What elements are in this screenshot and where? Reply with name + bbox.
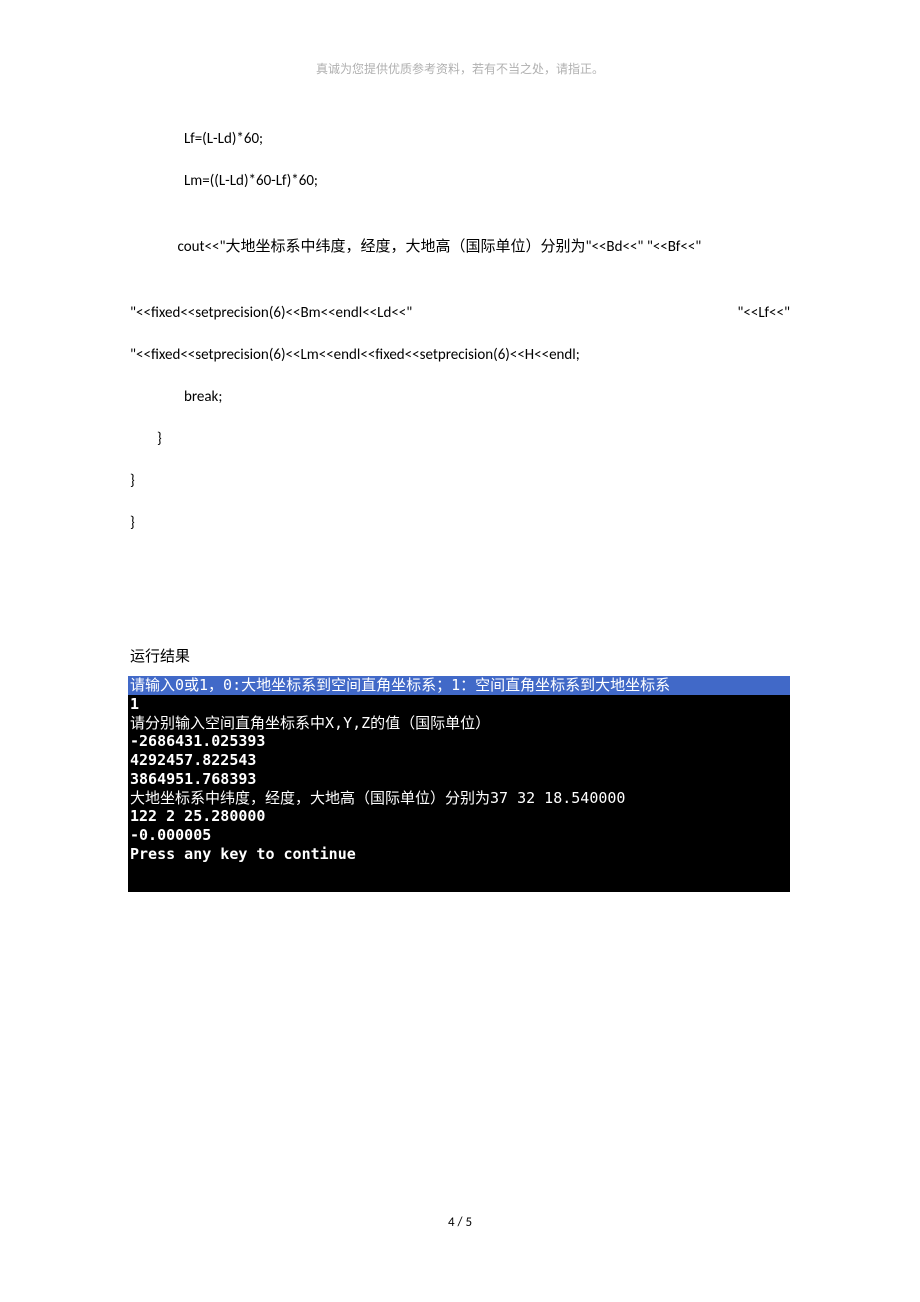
code-line: Lm=((L-Ld)*60-Lf)*60;	[130, 169, 790, 193]
code-line: "<<fixed<<setprecision(6)<<Lm<<endl<<fix…	[130, 343, 790, 367]
console-line: 大地坐标系中纬度，经度，大地高（国际单位）分别为37 32 18.540000	[128, 789, 790, 808]
console-line: 122 2 25.280000	[128, 807, 790, 826]
console-line: 4292457.822543	[128, 751, 790, 770]
console-output: 请输入0或1，0:大地坐标系到空间直角坐标系；1：空间直角坐标系到大地坐标系 1…	[128, 676, 790, 892]
code-line: cout<<"大地坐标系中纬度，经度，大地高（国际单位）分别为"<<Bd<<" …	[130, 211, 790, 283]
code-line: }	[130, 469, 790, 493]
code-line: break;	[130, 385, 790, 409]
console-line: -2686431.025393	[128, 732, 790, 751]
code-text: cout<<"大地坐标系中纬度，经度，大地高（国际单位）分别为"<<Bd<<" …	[150, 238, 701, 256]
code-text: "<<Lf<<"	[737, 301, 790, 325]
console-line: -0.000005	[128, 826, 790, 845]
code-text: "<<fixed<<setprecision(6)<<Bm<<endl<<Ld<…	[130, 301, 412, 325]
code-line: Lf=(L-Ld)*60;	[130, 127, 790, 151]
page-footer: 4 / 5	[0, 1215, 920, 1230]
code-line: "<<fixed<<setprecision(6)<<Bm<<endl<<Ld<…	[130, 301, 790, 325]
page-header: 真诚为您提供优质参考资料，若有不当之处，请指正。	[130, 60, 790, 77]
page-number: 4 / 5	[448, 1215, 472, 1230]
header-text: 真诚为您提供优质参考资料，若有不当之处，请指正。	[316, 62, 604, 76]
console-text: 大地坐标系中纬度，经度，大地高（国际单位）分别为37 32 18.540000	[130, 789, 625, 807]
code-line: }	[130, 427, 790, 451]
code-line: }	[130, 511, 790, 535]
console-line: 请输入0或1，0:大地坐标系到空间直角坐标系；1：空间直角坐标系到大地坐标系	[128, 676, 790, 695]
code-block: Lf=(L-Ld)*60; Lm=((L-Ld)*60-Lf)*60; cout…	[130, 127, 790, 535]
console-line: 3864951.768393	[128, 770, 790, 789]
console-line: Press any key to continue	[128, 845, 790, 892]
console-line: 1	[128, 695, 790, 714]
console-line: 请分别输入空间直角坐标系中X,Y,Z的值（国际单位）	[128, 714, 790, 733]
section-title: 运行结果	[130, 645, 790, 666]
